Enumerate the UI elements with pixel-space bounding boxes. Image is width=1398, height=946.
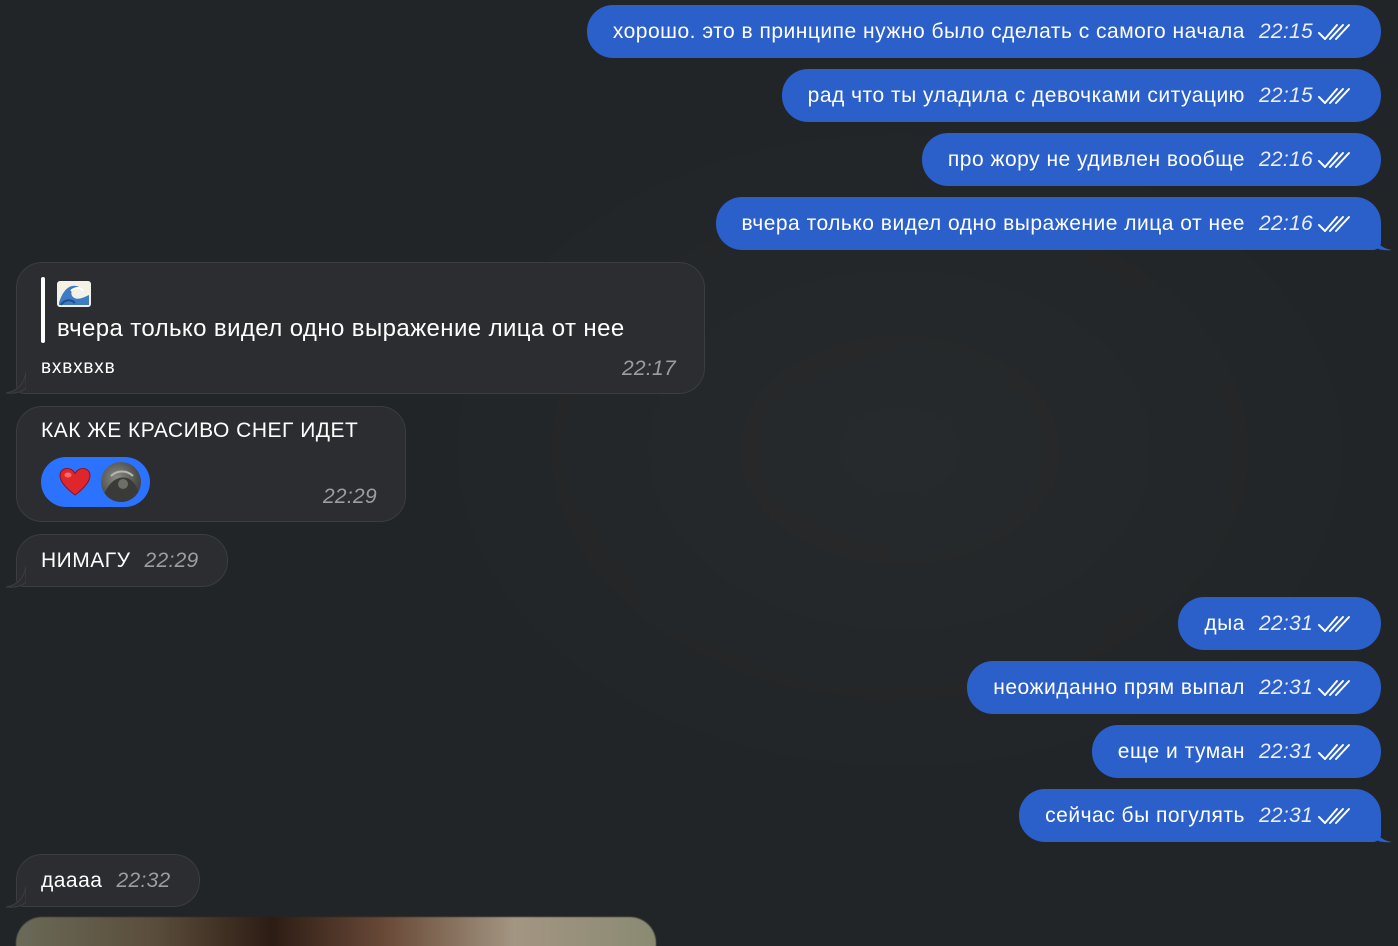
outgoing-message[interactable]: неожиданно прям выпал 22:31 [967, 661, 1381, 714]
double-check-icon [1318, 23, 1350, 40]
incoming-reply-message[interactable]: вчера только видел одно выражение лица о… [16, 262, 705, 394]
incoming-message[interactable]: даааа 22:32 [16, 854, 200, 907]
outgoing-message[interactable]: еще и туман 22:31 [1091, 725, 1381, 778]
outgoing-message[interactable]: сейчас бы погулять 22:31 [1019, 789, 1381, 842]
bubble-tail [5, 372, 26, 394]
quoted-message-text: вчера только видел одно выражение лица о… [57, 315, 625, 342]
message-time: 22:31 [1258, 803, 1313, 827]
message-text: еще и туман [1117, 739, 1245, 763]
incoming-message[interactable]: НИМАГУ 22:29 [16, 534, 228, 587]
bubble-tail [1372, 229, 1392, 251]
message-text: рад что ты уладила с девочками ситуацию [807, 83, 1245, 107]
message-time: 22:31 [1258, 739, 1313, 763]
photo-message[interactable] [16, 917, 656, 946]
double-check-icon [1318, 807, 1350, 824]
double-check-icon [1318, 615, 1350, 632]
quote-bar [41, 277, 45, 343]
message-text: сейчас бы погулять [1045, 803, 1245, 827]
message-text: дыа [1204, 611, 1245, 635]
message-text: неожиданно прям выпал [993, 675, 1245, 699]
message-text: НИМАГУ [41, 548, 131, 572]
bubble-tail [5, 886, 26, 908]
message-text: даааа [41, 868, 103, 892]
outgoing-message[interactable]: вчера только видел одно выражение лица о… [715, 197, 1381, 250]
message-text: КАК ЖЕ КРАСИВО СНЕГ ИДЕТ [41, 419, 359, 442]
wave-emoji-icon [57, 281, 91, 307]
message-time: 22:16 [1258, 211, 1313, 235]
heart-icon [59, 467, 91, 496]
message-text: вхвхвхв [41, 357, 116, 378]
avatar [101, 462, 141, 502]
outgoing-message[interactable]: про жору не удивлен вообще 22:16 [921, 133, 1381, 186]
reaction-pill[interactable] [41, 457, 150, 507]
message-text: хорошо. это в принципе нужно было сделат… [612, 19, 1245, 43]
double-check-icon [1318, 743, 1350, 760]
message-time: 22:15 [1258, 19, 1313, 43]
chat-view: хорошо. это в принципе нужно было сделат… [0, 0, 1398, 946]
message-time: 22:29 [144, 548, 199, 572]
double-check-icon [1318, 679, 1350, 696]
message-text: вчера только видел одно выражение лица о… [741, 211, 1245, 235]
message-time: 22:31 [1258, 675, 1313, 699]
double-check-icon [1318, 87, 1350, 104]
message-text: про жору не удивлен вообще [947, 147, 1245, 171]
outgoing-message[interactable]: дыа 22:31 [1178, 597, 1381, 650]
message-time: 22:31 [1258, 611, 1313, 635]
message-time: 22:29 [322, 485, 377, 508]
message-time: 22:16 [1258, 147, 1313, 171]
message-time: 22:15 [1258, 83, 1313, 107]
message-time: 22:17 [621, 357, 676, 380]
incoming-message[interactable]: КАК ЖЕ КРАСИВО СНЕГ ИДЕТ 22:29 [16, 406, 406, 522]
double-check-icon [1318, 151, 1350, 168]
bubble-tail [1372, 821, 1392, 843]
message-time: 22:32 [116, 868, 171, 892]
bubble-tail [5, 566, 26, 588]
double-check-icon [1318, 215, 1350, 232]
outgoing-message[interactable]: хорошо. это в принципе нужно было сделат… [586, 5, 1381, 58]
outgoing-message[interactable]: рад что ты уладила с девочками ситуацию … [781, 69, 1381, 122]
